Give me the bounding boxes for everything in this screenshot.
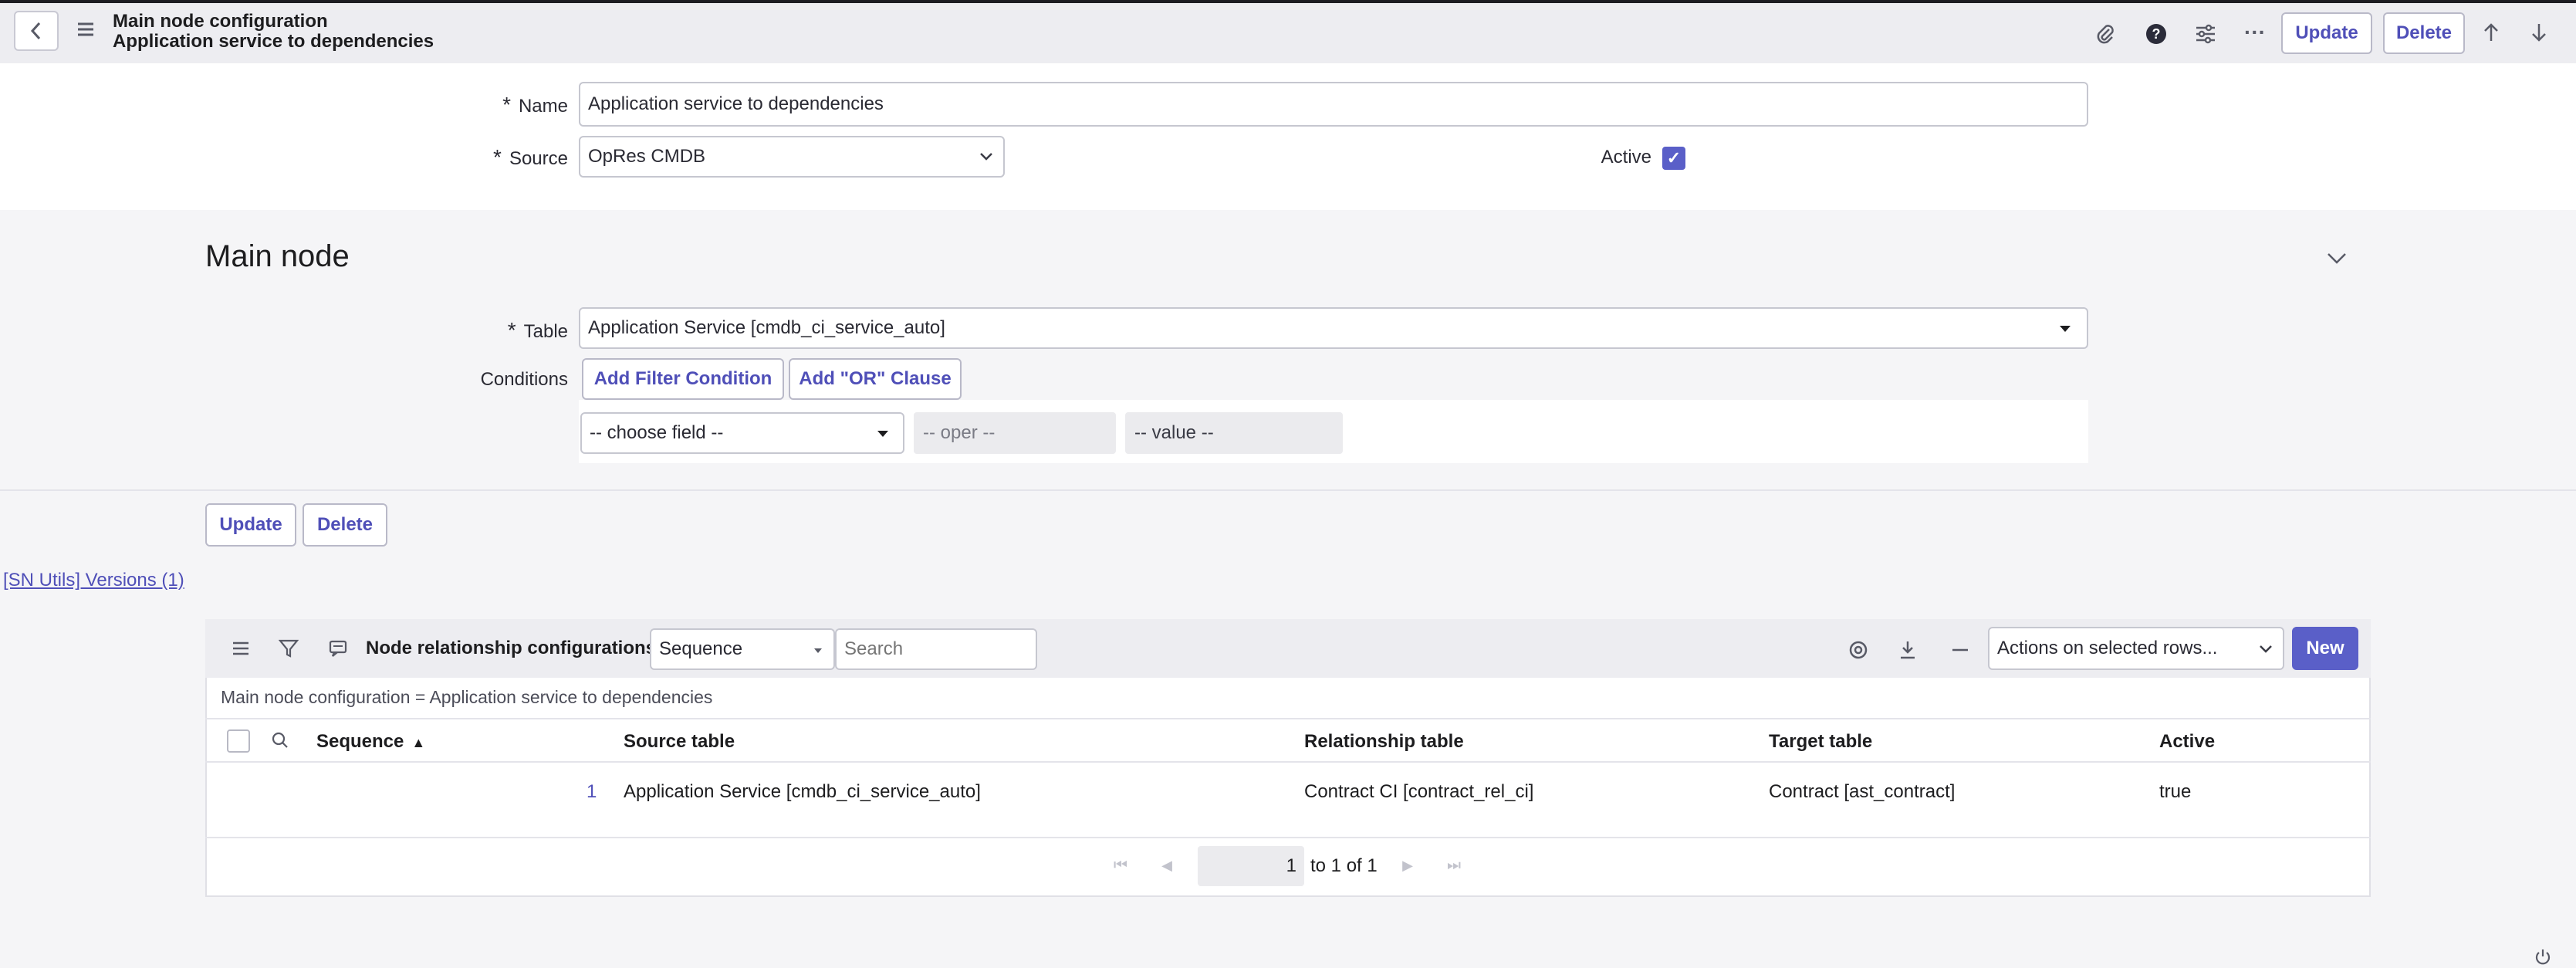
- actions-value: Actions on selected rows...: [1997, 638, 2218, 658]
- table-select[interactable]: Application Service [cmdb_ci_service_aut…: [579, 307, 2088, 349]
- column-header-active[interactable]: Active: [2159, 731, 2215, 753]
- search-field-value: Sequence: [659, 638, 743, 659]
- gear-icon[interactable]: [1843, 635, 1874, 665]
- back-button[interactable]: [14, 11, 59, 51]
- table-row[interactable]: 1 Application Service [cmdb_ci_service_a…: [207, 764, 2369, 835]
- more-options-icon[interactable]: ···: [2238, 17, 2272, 48]
- collapse-chevron-icon[interactable]: [2321, 242, 2352, 273]
- active-cell: true: [2159, 781, 2192, 802]
- search-input[interactable]: [835, 628, 1037, 670]
- delete-button[interactable]: Delete: [2383, 12, 2465, 54]
- attachment-icon[interactable]: [2090, 19, 2121, 49]
- last-page-icon[interactable]: ⏭: [1442, 854, 1466, 877]
- add-or-clause-button[interactable]: Add "OR" Clause: [789, 358, 962, 400]
- relationship-table-cell: Contract CI [contract_rel_ci]: [1304, 781, 1534, 802]
- name-label: * Name: [502, 93, 568, 117]
- update-button[interactable]: Update: [2281, 12, 2372, 54]
- value-input: -- value --: [1125, 412, 1343, 454]
- versions-link[interactable]: [SN Utils] Versions (1): [3, 570, 184, 591]
- hamburger-menu-icon[interactable]: [76, 20, 96, 44]
- column-header-source-table[interactable]: Source table: [624, 731, 735, 753]
- sequence-cell[interactable]: 1: [587, 781, 597, 803]
- comment-icon[interactable]: [324, 635, 352, 662]
- filter-icon[interactable]: [275, 635, 303, 662]
- chevron-left-icon: [30, 22, 41, 40]
- related-list-title: Node relationship configurations: [366, 638, 657, 658]
- name-field[interactable]: Application service to dependencies: [579, 82, 2088, 127]
- table-label: * Table: [507, 318, 568, 342]
- field-placeholder: -- choose field --: [590, 422, 724, 443]
- row-divider: [205, 837, 2371, 838]
- operator-select: -- oper --: [914, 412, 1116, 454]
- active-checkbox[interactable]: ✓: [1662, 147, 1685, 170]
- collapse-minus-icon[interactable]: [1945, 635, 1976, 665]
- form-subtitle: Application service to dependencies: [113, 31, 434, 52]
- sort-ascending-icon: ▲: [411, 735, 426, 750]
- table-value: Application Service [cmdb_ci_service_aut…: [588, 317, 945, 338]
- page-range-text: to 1 of 1: [1310, 855, 1378, 876]
- required-icon: *: [502, 93, 511, 117]
- target-table-cell: Contract [ast_contract]: [1769, 781, 1956, 802]
- active-label: Active: [1601, 147, 1651, 168]
- first-page-icon[interactable]: ⏮: [1108, 854, 1133, 877]
- column-header-relationship-table[interactable]: Relationship table: [1304, 731, 1464, 753]
- list-menu-icon[interactable]: [227, 635, 255, 662]
- required-icon: *: [507, 318, 516, 342]
- dropdown-triangle-icon: [877, 431, 888, 437]
- add-filter-condition-button[interactable]: Add Filter Condition: [582, 358, 784, 400]
- search-field-select[interactable]: Sequence: [650, 628, 835, 670]
- breadcrumb-divider: [205, 718, 2371, 719]
- dropdown-triangle-icon: [814, 648, 822, 653]
- page-number-input[interactable]: 1: [1198, 846, 1304, 886]
- conditions-label: Conditions: [480, 369, 568, 390]
- form-title: Main node configuration: [113, 11, 328, 32]
- help-icon[interactable]: ?: [2141, 19, 2172, 49]
- column-header-target-table[interactable]: Target table: [1769, 731, 1872, 753]
- next-page-icon[interactable]: ▶: [1395, 854, 1420, 877]
- section-divider: [0, 489, 2576, 491]
- actions-select[interactable]: Actions on selected rows...: [1988, 627, 2284, 670]
- chevron-down-icon: [980, 153, 992, 161]
- download-icon[interactable]: [1892, 635, 1923, 665]
- bottom-update-button[interactable]: Update: [205, 503, 296, 547]
- section-heading: Main node: [205, 239, 350, 273]
- chevron-down-icon: [2260, 645, 2272, 653]
- required-icon: *: [493, 145, 502, 169]
- search-icon[interactable]: [267, 727, 293, 753]
- source-value: OpRes CMDB: [588, 146, 706, 167]
- list-breadcrumb[interactable]: Main node configuration = Application se…: [221, 687, 712, 708]
- source-table-cell: Application Service [cmdb_ci_service_aut…: [624, 781, 981, 802]
- source-select[interactable]: OpRes CMDB: [579, 136, 1005, 178]
- settings-sliders-icon[interactable]: [2190, 19, 2221, 49]
- new-button[interactable]: New: [2292, 627, 2358, 670]
- choose-field-select[interactable]: -- choose field --: [580, 412, 904, 454]
- source-label: * Source: [493, 145, 568, 169]
- header-divider: [205, 761, 2371, 763]
- arrow-down-icon[interactable]: [2524, 17, 2554, 48]
- column-header-sequence[interactable]: Sequence ▲: [316, 731, 425, 753]
- previous-page-icon[interactable]: ◀: [1154, 854, 1179, 877]
- bottom-delete-button[interactable]: Delete: [303, 503, 387, 547]
- svg-text:?: ?: [2152, 26, 2161, 42]
- dropdown-triangle-icon: [2060, 326, 2071, 332]
- select-all-checkbox[interactable]: [227, 729, 250, 753]
- power-icon[interactable]: [2531, 946, 2554, 968]
- arrow-up-icon[interactable]: [2476, 17, 2507, 48]
